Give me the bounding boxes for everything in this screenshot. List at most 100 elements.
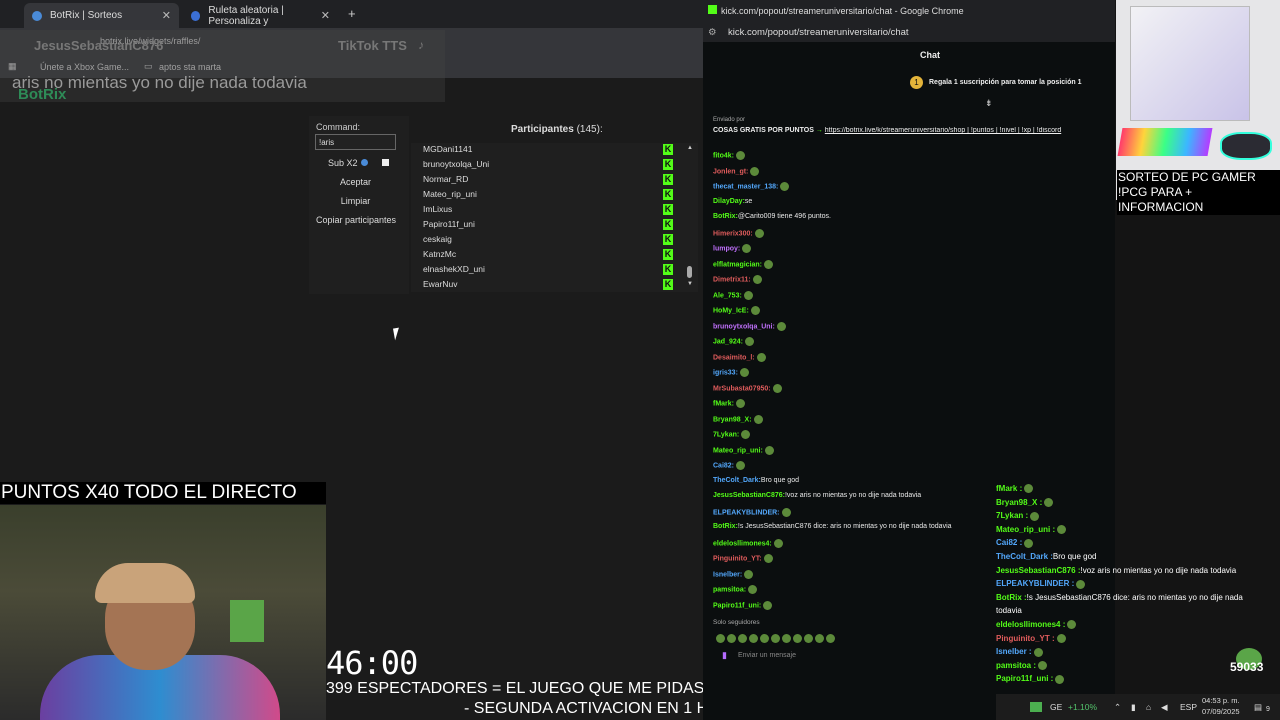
keyboard-layout[interactable]: ESP	[1180, 702, 1197, 712]
tab-botrix[interactable]: BotRix | Sorteos ✕	[24, 3, 179, 28]
chat-username[interactable]: MrSubasta07950:	[713, 385, 771, 392]
emote-icon	[736, 151, 745, 160]
chat-username[interactable]: HoMy_IcE:	[713, 307, 749, 314]
overlay-chat-username: ELPEAKYBLINDER :	[996, 579, 1075, 589]
info-icon[interactable]	[360, 159, 368, 166]
chat-username[interactable]: brunoytxolqa_Uni:	[713, 323, 775, 330]
participants-scrollbar[interactable]: ▲ ▼	[687, 145, 693, 288]
participant-name: ImLixus	[423, 204, 453, 214]
overlay-chat-message: Papiro11f_uni :	[996, 674, 1065, 687]
participant-row: EwarNuv K	[423, 279, 683, 294]
gift-sub-banner[interactable]: Regala 1 suscripción para tomar la posic…	[929, 79, 1082, 86]
mic-tray-icon[interactable]: ▮	[1131, 702, 1136, 713]
chat-username[interactable]: BotRix:	[713, 213, 738, 220]
chat-username[interactable]: Dimetrix11:	[713, 276, 751, 283]
emote-icon	[754, 228, 764, 238]
clear-button[interactable]: Limpiar	[315, 193, 396, 209]
chat-username[interactable]: Himerix300:	[713, 230, 753, 237]
pc-promo-line1: SORTEO DE PC GAMER	[1118, 170, 1256, 184]
show-hidden-icon[interactable]: ⌃	[1114, 702, 1121, 713]
market-change[interactable]: +1.10%	[1068, 702, 1097, 712]
market-icon[interactable]	[1030, 702, 1042, 712]
close-tab-icon[interactable]: ✕	[321, 9, 330, 22]
expand-pin-icon[interactable]: ⇟	[985, 98, 993, 109]
chat-username[interactable]: 7Lykan:	[713, 431, 739, 438]
scroll-down-icon[interactable]: ▼	[687, 281, 693, 287]
chat-username[interactable]: fito4k:	[713, 152, 734, 159]
browser-tabbar: BotRix | Sorteos ✕ Ruleta aleatoria | Pe…	[0, 0, 703, 28]
chat-message: Bryan98_X:	[713, 414, 763, 429]
accept-button[interactable]: Aceptar	[315, 174, 396, 190]
chat-address-bar[interactable]: ⚙ kick.com/popout/streameruniversitario/…	[703, 22, 1115, 42]
participant-name: Mateo_rip_uni	[423, 189, 477, 199]
chat-message: Himerix300:	[713, 228, 764, 243]
overlay-chat-username: 7Lykan :	[996, 511, 1029, 521]
chat-message: igris33:	[713, 368, 749, 382]
volume-icon[interactable]: ◀	[1161, 702, 1168, 713]
command-label: Command:	[316, 122, 361, 132]
chat-username[interactable]: lumpoy:	[713, 245, 740, 252]
chat-message-input[interactable]: Enviar un mensaje	[713, 647, 993, 665]
overlay-chat-message: Cai82 :	[996, 538, 1034, 551]
chat-message: DilayDay:se	[713, 198, 752, 212]
chat-username[interactable]: thecat_master_138:	[713, 183, 778, 190]
chat-username[interactable]: pamsitoa:	[713, 586, 746, 593]
overlay-chat-message: TheColt_Dark :Bro que god	[996, 552, 1097, 565]
emote-icon	[764, 259, 774, 269]
clock-date[interactable]: 07/09/2025	[1202, 707, 1240, 716]
chat-username[interactable]: JesusSebastianC876:	[713, 492, 785, 499]
scroll-thumb[interactable]	[687, 266, 692, 278]
network-icon[interactable]: ⌂	[1146, 702, 1151, 712]
close-tab-icon[interactable]: ✕	[162, 9, 171, 22]
chat-username[interactable]: DilayDay:	[713, 198, 745, 205]
chat-username[interactable]: fMark:	[713, 400, 734, 407]
site-settings-icon[interactable]: ⚙	[708, 27, 717, 38]
chat-username[interactable]: eldelosllimones4:	[713, 540, 772, 547]
participant-row: brunoytxolqa_Uni K	[423, 159, 683, 174]
notifications-icon[interactable]: ▤	[1254, 702, 1262, 713]
chat-username[interactable]: Desaimito_l:	[713, 354, 755, 361]
botrix-logo: BotRix	[18, 86, 67, 103]
emote-icon	[773, 538, 783, 548]
pinned-link[interactable]: https://botrix.live/k/streameruniversita…	[825, 127, 1061, 134]
chat-username[interactable]: Papiro11f_uni:	[713, 602, 761, 609]
chat-username[interactable]: Bryan98_X:	[713, 416, 752, 423]
emote-icon	[763, 554, 773, 563]
chat-message: Papiro11f_uni:	[713, 600, 773, 615]
emote-quickbar[interactable]	[714, 630, 854, 644]
sub-x2-label: Sub X2	[328, 158, 358, 168]
chat-username[interactable]: TheColt_Dark:	[713, 477, 761, 484]
chat-message: HoMy_IcE:	[713, 306, 760, 320]
chat-username[interactable]: Isnelber:	[713, 571, 742, 578]
chat-message: fMark:	[713, 399, 746, 413]
chat-message: Ale_753:	[713, 290, 753, 305]
command-input[interactable]	[315, 134, 396, 150]
lang-indicator[interactable]: GE	[1050, 702, 1062, 712]
chat-username[interactable]: igris33:	[713, 369, 738, 376]
chat-username[interactable]: elflatmagician:	[713, 261, 762, 268]
emote-icon	[1076, 579, 1086, 589]
emote-icon	[763, 600, 773, 610]
tab-ruleta[interactable]: Ruleta aleatoria | Personaliza y ✕	[183, 3, 338, 28]
new-tab-icon[interactable]: +	[348, 6, 356, 21]
copy-participants-button[interactable]: Copiar participantes	[311, 212, 401, 228]
chat-url[interactable]: kick.com/popout/streameruniversitario/ch…	[728, 27, 909, 38]
chat-username[interactable]: Pinguinito_YT:	[713, 555, 762, 562]
participant-row: Normar_RD K	[423, 174, 683, 189]
chat-message: TheColt_Dark:Bro que god	[713, 477, 799, 491]
chat-username[interactable]: ELPEAKYBLINDER:	[713, 509, 780, 516]
chat-username[interactable]: BotRix:	[713, 523, 738, 530]
chat-username[interactable]: Cai82:	[713, 462, 734, 469]
participant-name: Normar_RD	[423, 174, 469, 184]
scroll-up-icon[interactable]: ▲	[687, 145, 693, 151]
sub-x2-checkbox[interactable]	[382, 159, 389, 166]
chat-username[interactable]: Mateo_rip_uni:	[713, 447, 763, 454]
chat-username[interactable]: Jad_924:	[713, 338, 743, 345]
overlay-chat-message: fMark :	[996, 484, 1034, 497]
chat-username[interactable]: Ale_753:	[713, 292, 742, 299]
chat-username[interactable]: Jonlen_gt:	[713, 168, 748, 175]
emote-icon	[741, 430, 751, 439]
notification-count: 9	[1266, 706, 1270, 713]
emote-icon	[743, 290, 753, 300]
clock-time[interactable]: 04:53 p. m.	[1202, 696, 1240, 705]
